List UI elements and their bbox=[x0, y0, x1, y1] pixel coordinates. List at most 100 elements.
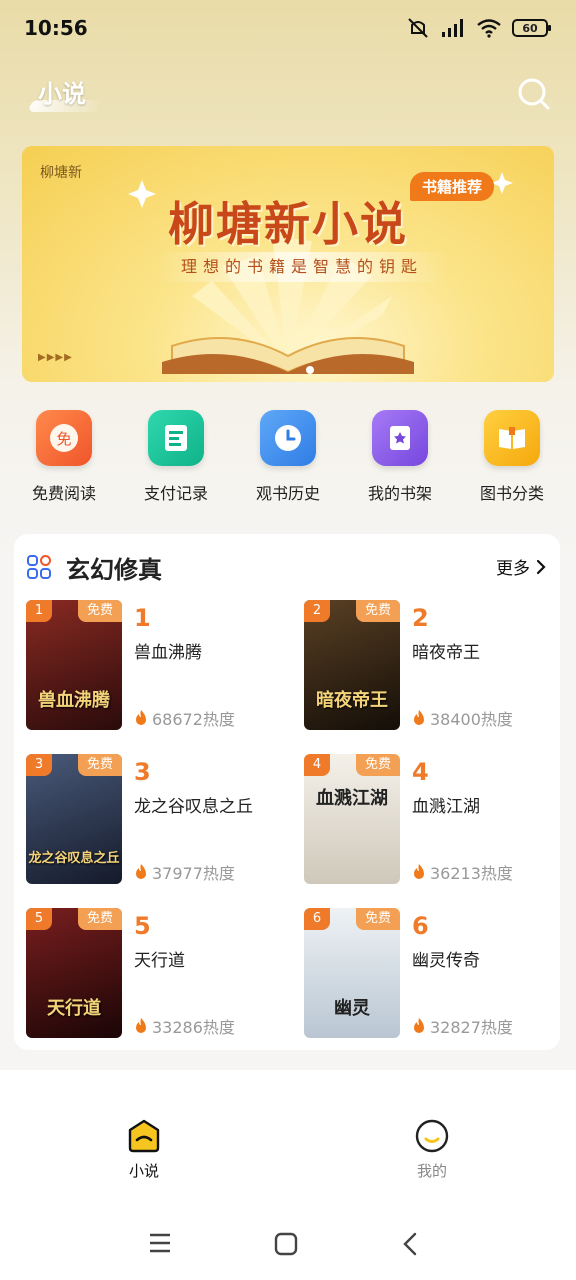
quick-label-history: 观书历史 bbox=[255, 484, 320, 503]
nav-label-mine: 我的 bbox=[416, 1162, 447, 1180]
mute-icon bbox=[408, 18, 428, 38]
cover-title: 兽血沸腾 bbox=[38, 690, 110, 711]
cover-rank-badge: 5 bbox=[26, 908, 52, 930]
search-button[interactable] bbox=[516, 76, 552, 112]
page-title: 小说 bbox=[38, 80, 86, 108]
fire-icon bbox=[136, 710, 146, 725]
banner-tag: 书籍推荐 bbox=[410, 172, 495, 201]
banner-title: 柳塘新小说 bbox=[168, 197, 408, 251]
section-xuanhuan: 玄幻修真 更多 兽血沸腾 1 免费 1 兽血沸腾 68672热度 暗夜帝王 2 … bbox=[14, 534, 560, 1050]
book-heat: 33286热度 bbox=[134, 1014, 235, 1038]
quick-item-payment-record[interactable]: 支付记录 bbox=[120, 410, 232, 514]
book-cover: 暗夜帝王 2 免费 bbox=[304, 600, 400, 730]
nav-label-novel: 小说 bbox=[128, 1162, 159, 1180]
banner-carousel[interactable]: 柳塘新 书籍推荐 柳塘新小说 理想的书籍是智慧的钥匙 ▶▶▶▶ bbox=[22, 146, 554, 382]
fire-icon bbox=[414, 1018, 424, 1033]
grid-category-icon bbox=[27, 555, 51, 579]
more-button[interactable]: 更多 bbox=[496, 554, 546, 579]
cover-title: 天行道 bbox=[47, 998, 101, 1019]
heat-value: 38400热度 bbox=[430, 710, 513, 729]
banner-brand: 柳塘新 bbox=[40, 165, 82, 181]
quick-label-payment-record: 支付记录 bbox=[143, 484, 208, 503]
book-card[interactable]: 龙之谷叹息之丘 3 免费 3 龙之谷叹息之丘 37977热度 bbox=[26, 754, 286, 886]
quick-item-category[interactable]: 图书分类 bbox=[456, 410, 568, 514]
free-badge: 免费 bbox=[78, 600, 122, 622]
battery-level: 60 bbox=[522, 21, 538, 35]
book-heat: 38400热度 bbox=[412, 706, 513, 730]
signal-icon bbox=[442, 19, 463, 37]
heat-value: 68672热度 bbox=[152, 710, 235, 729]
more-label: 更多 bbox=[496, 559, 530, 579]
chevron-right-icon bbox=[536, 559, 546, 574]
heat-value: 32827热度 bbox=[430, 1018, 513, 1037]
fire-icon bbox=[136, 864, 146, 879]
book-rank: 3 bbox=[134, 758, 151, 786]
book-card[interactable]: 天行道 5 免费 5 天行道 33286热度 bbox=[26, 908, 286, 1040]
book-cover: 天行道 5 免费 bbox=[26, 908, 122, 1038]
bookshelf-icon bbox=[372, 410, 428, 466]
section-title: 玄幻修真 bbox=[66, 556, 162, 584]
fire-icon bbox=[414, 710, 424, 725]
banner-arrows: ▶▶▶▶ bbox=[38, 352, 73, 363]
book-rank: 2 bbox=[412, 604, 429, 632]
cover-rank-badge: 1 bbox=[26, 600, 52, 622]
free-badge-text: 免 bbox=[56, 430, 71, 448]
book-name: 暗夜帝王 bbox=[412, 643, 480, 663]
fire-icon bbox=[136, 1018, 146, 1033]
status-time: 10:56 bbox=[24, 16, 88, 40]
heat-value: 36213热度 bbox=[430, 864, 513, 883]
book-card[interactable]: 幽灵 6 免费 6 幽灵传奇 32827热度 bbox=[304, 908, 564, 1040]
book-name: 天行道 bbox=[134, 951, 185, 971]
cover-rank-badge: 4 bbox=[304, 754, 330, 776]
bottom-nav: 小说 我的 bbox=[0, 1070, 576, 1210]
quick-label-category: 图书分类 bbox=[479, 484, 544, 503]
heat-value: 37977热度 bbox=[152, 864, 235, 883]
book-rank: 6 bbox=[412, 912, 429, 940]
quick-item-history[interactable]: 观书历史 bbox=[232, 410, 344, 514]
book-rank: 4 bbox=[412, 758, 429, 786]
search-icon bbox=[518, 78, 550, 110]
free-badge: 免费 bbox=[356, 908, 400, 930]
book-name: 幽灵传奇 bbox=[412, 951, 480, 971]
profile-tab-icon bbox=[415, 1119, 449, 1153]
history-clock-icon bbox=[260, 410, 316, 466]
nav-tab-novel[interactable]: 小说 bbox=[104, 1118, 184, 1181]
battery-icon: 60 bbox=[512, 19, 551, 37]
book-card[interactable]: 兽血沸腾 1 免费 1 兽血沸腾 68672热度 bbox=[26, 600, 286, 732]
nav-tab-mine[interactable]: 我的 bbox=[392, 1118, 472, 1181]
book-cover: 幽灵 6 免费 bbox=[304, 908, 400, 1038]
quick-menu: 免 免费阅读 支付记录 观书历史 我的书架 图书分类 bbox=[8, 410, 568, 514]
free-badge: 免费 bbox=[356, 754, 400, 776]
menu-icon[interactable] bbox=[148, 1232, 172, 1254]
cover-title: 暗夜帝王 bbox=[316, 690, 388, 711]
book-heat: 32827热度 bbox=[412, 1014, 513, 1038]
app-header: 小说 bbox=[0, 64, 576, 124]
cover-rank-badge: 2 bbox=[304, 600, 330, 622]
free-badge: 免费 bbox=[78, 754, 122, 776]
section-header: 玄幻修真 更多 bbox=[14, 534, 560, 598]
home-icon[interactable] bbox=[274, 1232, 298, 1256]
book-card[interactable]: 血溅江湖 4 免费 4 血溅江湖 36213热度 bbox=[304, 754, 564, 886]
cover-title: 幽灵 bbox=[334, 998, 370, 1019]
heat-value: 33286热度 bbox=[152, 1018, 235, 1037]
back-icon[interactable] bbox=[402, 1232, 418, 1256]
novel-tab-icon bbox=[128, 1119, 160, 1153]
cover-rank-badge: 6 bbox=[304, 908, 330, 930]
book-cover: 血溅江湖 4 免费 bbox=[304, 754, 400, 884]
free-badge: 免费 bbox=[78, 908, 122, 930]
book-name: 龙之谷叹息之丘 bbox=[134, 797, 253, 817]
system-nav-bar bbox=[0, 1210, 576, 1280]
free-read-icon: 免 bbox=[36, 410, 92, 466]
cover-title: 龙之谷叹息之丘 bbox=[28, 851, 120, 866]
book-heat: 68672热度 bbox=[134, 706, 235, 730]
quick-item-free-read[interactable]: 免 免费阅读 bbox=[8, 410, 120, 514]
book-rank: 1 bbox=[134, 604, 151, 632]
banner-subtitle: 理想的书籍是智慧的钥匙 bbox=[157, 252, 447, 282]
free-badge: 免费 bbox=[356, 600, 400, 622]
carousel-indicator[interactable] bbox=[306, 366, 314, 374]
quick-item-bookshelf[interactable]: 我的书架 bbox=[344, 410, 456, 514]
book-name: 兽血沸腾 bbox=[134, 643, 202, 663]
quick-label-free-read: 免费阅读 bbox=[31, 484, 96, 503]
book-rank: 5 bbox=[134, 912, 151, 940]
book-card[interactable]: 暗夜帝王 2 免费 2 暗夜帝王 38400热度 bbox=[304, 600, 564, 732]
